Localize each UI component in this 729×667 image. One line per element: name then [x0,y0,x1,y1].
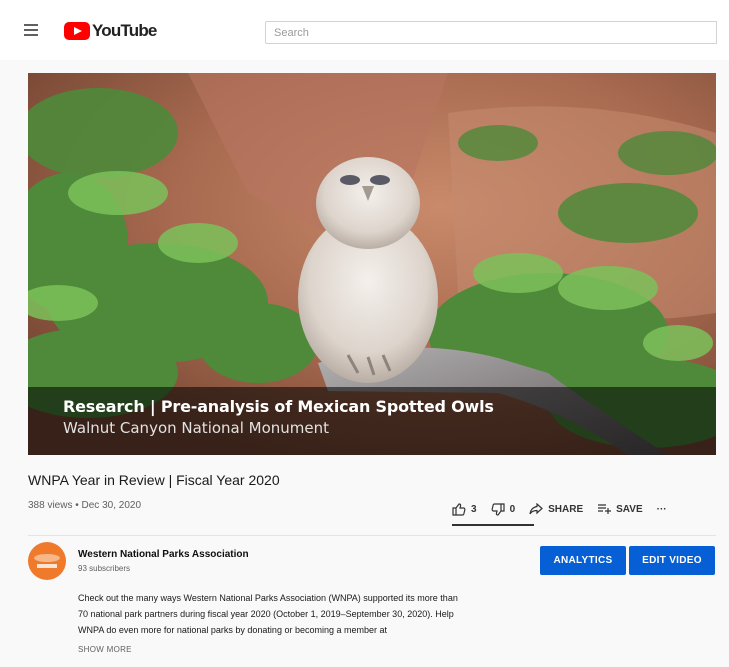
show-more-button[interactable]: SHOW MORE [78,645,132,654]
more-dots-icon: ··· [656,503,667,515]
overlay-title: Research | Pre-analysis of Mexican Spott… [63,397,494,416]
save-label: SAVE [616,503,643,515]
more-actions-button[interactable]: ··· [657,504,667,515]
share-button[interactable]: SHARE [529,503,583,515]
video-actions: 3 0 SHARE SAVE ··· [452,500,681,518]
dislike-button[interactable]: 0 [491,502,516,516]
search-input[interactable] [274,26,708,39]
like-button[interactable]: 3 [452,502,477,516]
search-box[interactable] [265,21,717,44]
description-line: WNPA do even more for national parks by … [78,625,387,635]
channel-name[interactable]: Western National Parks Association [78,549,249,560]
video-meta: 388 views • Dec 30, 2020 [28,500,142,511]
like-count: 3 [471,503,477,515]
youtube-play-icon [64,22,90,40]
hamburger-menu-icon[interactable] [24,22,42,38]
divider [28,535,716,536]
youtube-watch-page: YouTube Search Research | Pre-analysis o… [0,0,729,667]
share-arrow-icon [529,503,544,515]
subscriber-count: 93 subscribers [78,564,131,573]
save-button[interactable]: SAVE [597,503,643,515]
video-player[interactable]: Research | Pre-analysis of Mexican Spott… [28,73,716,455]
like-sentiment-fill [452,524,534,526]
video-title: WNPA Year in Review | Fiscal Year 2020 [28,472,280,488]
description-line: Check out the many ways Western National… [78,593,458,603]
youtube-logo[interactable]: YouTube [64,20,157,42]
thumbs-up-icon [452,502,466,516]
edit-video-button[interactable]: EDIT VIDEO [629,546,715,575]
playlist-add-icon [598,504,612,514]
thumbs-down-icon [491,502,505,516]
dislike-count: 0 [509,503,516,515]
logo-text: YouTube [92,21,157,40]
masthead: YouTube [0,0,729,60]
video-description: Check out the many ways Western National… [78,590,578,638]
like-sentiment-bar [452,524,534,526]
channel-avatar[interactable] [28,542,66,580]
analytics-button[interactable]: ANALYTICS [540,546,626,575]
description-line: 70 national park partners during fiscal … [78,609,454,619]
share-label: SHARE [548,503,584,515]
overlay-subtitle: Walnut Canyon National Monument [63,419,330,437]
